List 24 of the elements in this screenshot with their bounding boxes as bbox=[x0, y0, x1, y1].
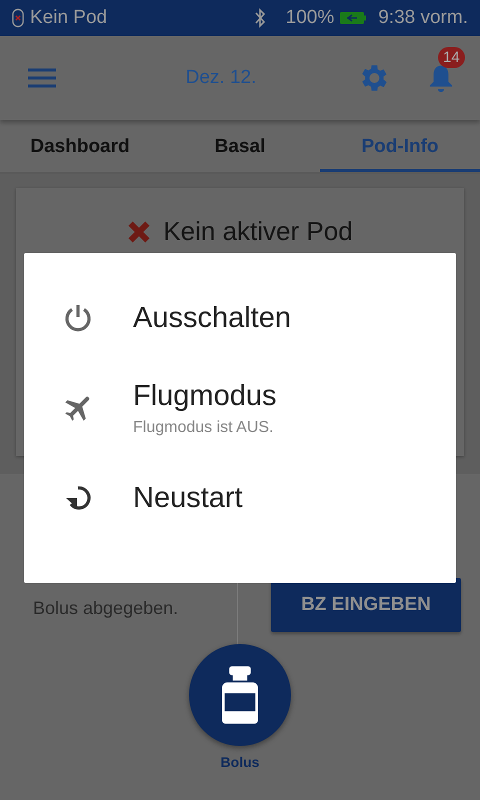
option-label: Neustart bbox=[133, 482, 243, 514]
battery-percent: 100% bbox=[286, 7, 334, 29]
enter-bg-button[interactable]: BZ EINGEBEN bbox=[271, 578, 461, 632]
notification-count: 14 bbox=[438, 47, 465, 68]
clock: 9:38 vorm. bbox=[378, 7, 468, 29]
bolus-message: Bolus abgegeben. bbox=[33, 598, 178, 618]
tab[interactable]: Basal bbox=[160, 120, 320, 172]
menu-icon[interactable] bbox=[28, 68, 56, 88]
menu-option[interactable]: Neustart bbox=[24, 465, 456, 531]
battery-icon bbox=[340, 12, 366, 24]
bolus-label: Bolus bbox=[220, 754, 260, 770]
pod-error-icon bbox=[12, 8, 24, 28]
date-title: Dez. 12. bbox=[184, 67, 258, 89]
option-label: Flugmodus bbox=[133, 380, 276, 412]
option-status: Flugmodus ist AUS. bbox=[133, 418, 274, 436]
menu-option[interactable]: Ausschalten bbox=[24, 285, 456, 351]
menu-option[interactable]: Flugmodus Flugmodus ist AUS. bbox=[24, 375, 456, 441]
pod-message: Kein aktiver Pod bbox=[163, 216, 353, 247]
error-cross-icon bbox=[127, 220, 152, 244]
bluetooth-icon bbox=[254, 8, 266, 28]
tab[interactable]: Dashboard bbox=[0, 120, 160, 172]
pod-status: Kein Pod bbox=[30, 7, 108, 29]
bottle-icon bbox=[222, 665, 258, 725]
option-label: Ausschalten bbox=[133, 302, 291, 334]
